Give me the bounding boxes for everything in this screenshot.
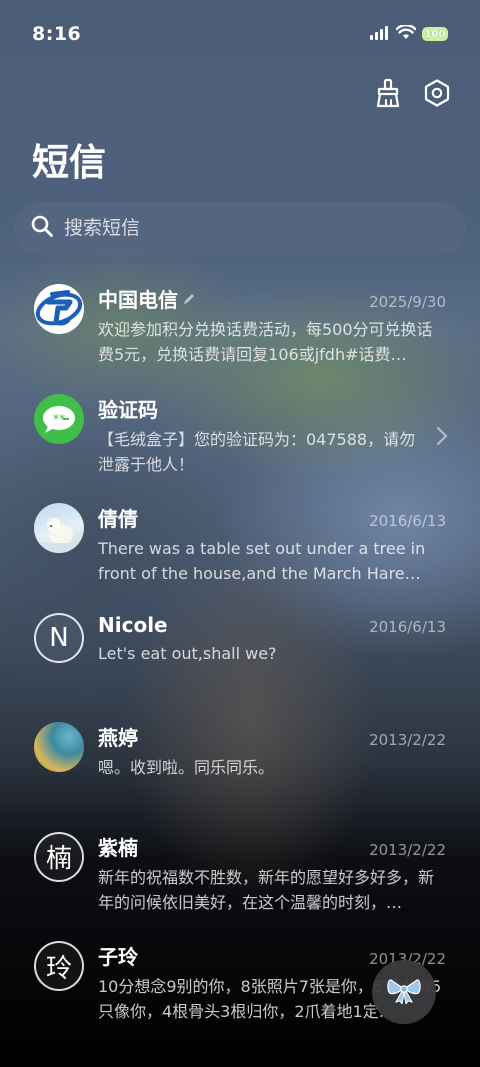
conversation-item-yanting[interactable]: 燕婷 2013/2/22 嗯。收到啦。同乐同乐。: [0, 710, 480, 820]
compose-fab-button[interactable]: [372, 960, 436, 1024]
conversation-name: 燕婷: [98, 726, 138, 750]
china-telecom-logo: [34, 284, 84, 334]
conversation-date: 2016/6/13: [369, 512, 446, 530]
avatar-initial: N: [34, 612, 84, 663]
header-actions: [374, 78, 452, 108]
conversation-name: 中国电信: [98, 288, 178, 312]
conversation-preview: 欢迎参加积分兑换话费活动，每500分可兑换话费5元，兑换话费请回复106或jfd…: [98, 320, 433, 364]
conversation-item-nicole[interactable]: N Nicole 2016/6/13 Let's eat out,shall w…: [0, 601, 480, 711]
avatar-initial: 楠: [34, 831, 84, 882]
conversation-preview: There was a table set out under a tree i…: [98, 539, 426, 583]
conversation-list: 中国电信 2025/9/30 欢迎参加积分兑换话费活动，每500分可兑换话费5元…: [0, 272, 480, 1039]
conversation-name: 验证码: [98, 397, 158, 422]
message-icon: **: [34, 393, 84, 444]
conversation-date: 2016/6/13: [369, 617, 446, 636]
conversation-name: 子玲: [98, 945, 138, 969]
conversation-preview: Let's eat out,shall we?: [98, 643, 277, 663]
page-title: 短信: [32, 141, 106, 184]
conversation-date: 2013/2/22: [369, 840, 446, 859]
conversation-item-china-telecom[interactable]: 中国电信 2025/9/30 欢迎参加积分兑换话费活动，每500分可兑换话费5元…: [0, 272, 480, 382]
conversation-item-zinan[interactable]: 楠 紫楠 2013/2/22 新年的祝福数不胜数，新年的愿望好多好多，新年的问候…: [0, 820, 480, 930]
avatar-initial: 玲: [34, 941, 84, 991]
conversation-item-verification-code[interactable]: ** 验证码 【毛绒盒子】您的验证码为：047588，请勿泄露于他人！: [0, 382, 480, 492]
status-icons: 100: [370, 23, 448, 44]
status-time: 8:16: [32, 23, 82, 45]
broom-icon[interactable]: [374, 78, 404, 108]
bow-icon: [387, 976, 421, 1008]
battery-indicator: 100: [422, 27, 448, 41]
search-bar[interactable]: [14, 202, 466, 254]
conversation-name: 倩倩: [98, 507, 138, 531]
landscape-photo: [34, 722, 84, 772]
conversation-name: 紫楠: [98, 835, 138, 860]
conversation-preview: 嗯。收到啦。同乐同乐。: [98, 758, 275, 777]
status-bar: 8:16 100: [0, 0, 480, 68]
polar-bear-photo: [34, 503, 84, 553]
conversation-date: 2025/9/30: [369, 293, 446, 311]
search-input[interactable]: [64, 217, 466, 239]
signal-icon: [370, 25, 390, 44]
conversation-preview: 新年的祝福数不胜数，新年的愿望好多好多，新年的问候依旧美好，在这个温馨的时刻，…: [98, 867, 435, 912]
conversation-item-qianqian[interactable]: 倩倩 2016/6/13 There was a table set out u…: [0, 491, 480, 601]
pencil-icon: [182, 287, 196, 311]
search-icon: [30, 214, 54, 242]
settings-icon[interactable]: [422, 78, 452, 108]
conversation-preview: 【毛绒盒子】您的验证码为：047588，请勿泄露于他人！: [98, 429, 416, 474]
conversation-date: 2013/2/22: [369, 731, 446, 749]
chevron-right-icon[interactable]: [436, 426, 448, 450]
wifi-icon: [395, 23, 417, 44]
conversation-name: Nicole: [98, 612, 168, 637]
